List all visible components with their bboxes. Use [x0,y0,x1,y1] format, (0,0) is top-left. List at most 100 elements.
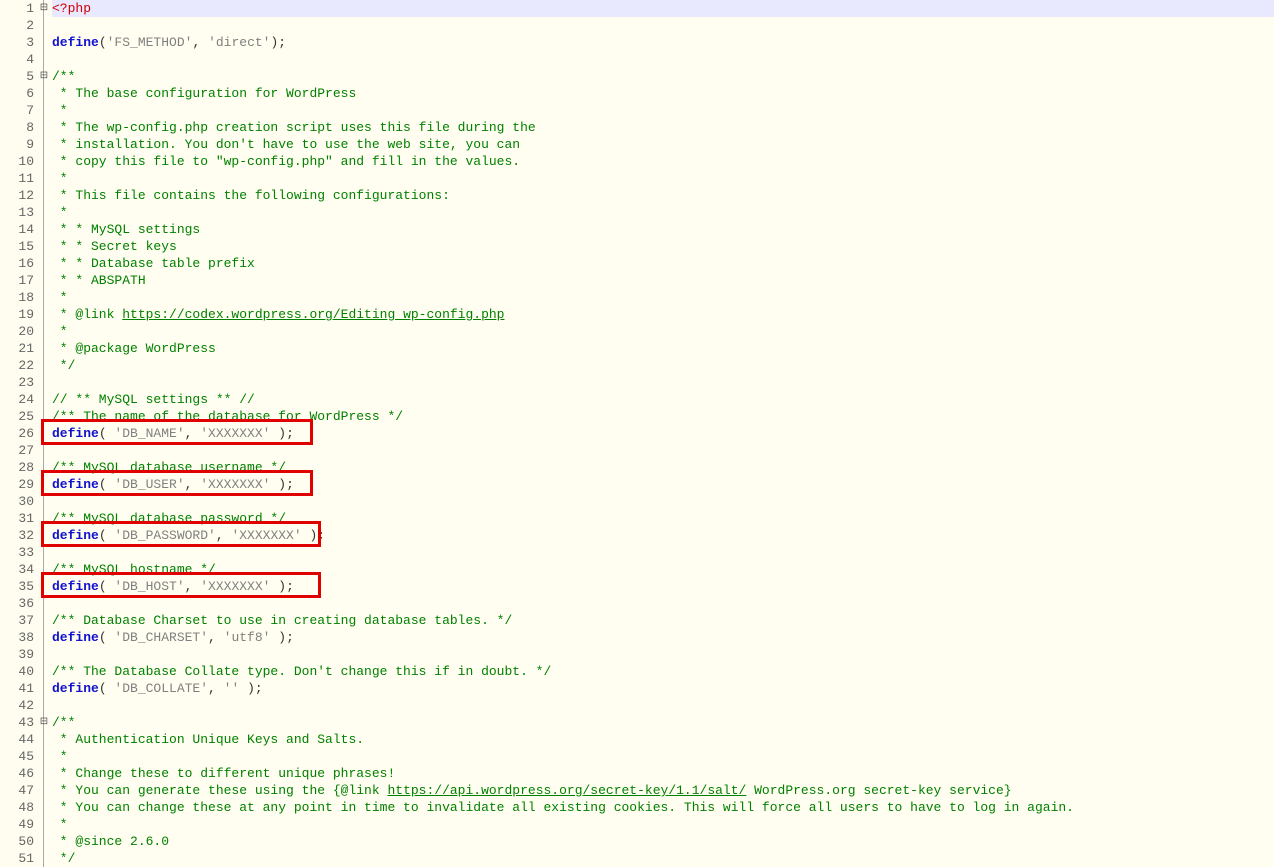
fold-toggle-icon[interactable]: ⊟ [39,68,49,85]
line-number: 13 [8,204,34,221]
code-line: * [52,102,1274,119]
code-line: define('FS_METHOD', 'direct'); [52,34,1274,51]
fold-toggle-icon[interactable]: ⊟ [39,0,49,17]
line-number: 15 [8,238,34,255]
line-number: 41 [8,680,34,697]
code-line [52,51,1274,68]
code-line: /** [52,714,1274,731]
line-number: 17 [8,272,34,289]
code-line: * The base configuration for WordPress [52,85,1274,102]
code-line [52,595,1274,612]
link-salt[interactable]: https://api.wordpress.org/secret-key/1.1… [387,783,746,798]
line-number: 46 [8,765,34,782]
code-line [52,544,1274,561]
line-number: 26 [8,425,34,442]
code-line: define( 'DB_COLLATE', '' ); [52,680,1274,697]
code-line: /** [52,68,1274,85]
code-line [52,646,1274,663]
line-number: 25 [8,408,34,425]
line-number: 48 [8,799,34,816]
line-number: 19 [8,306,34,323]
line-number: 14 [8,221,34,238]
line-number: 12 [8,187,34,204]
code-line: * * Secret keys [52,238,1274,255]
line-number: 45 [8,748,34,765]
line-number: 11 [8,170,34,187]
code-line: * [52,289,1274,306]
line-number: 39 [8,646,34,663]
line-number: 30 [8,493,34,510]
line-number: 37 [8,612,34,629]
line-number: 27 [8,442,34,459]
line-number: 6 [8,85,34,102]
code-line: define( 'DB_CHARSET', 'utf8' ); [52,629,1274,646]
code-line: * The wp-config.php creation script uses… [52,119,1274,136]
line-number: 16 [8,255,34,272]
line-number: 3 [8,34,34,51]
code-line: // ** MySQL settings ** // [52,391,1274,408]
keyword-define: define [52,35,99,50]
code-line: * [52,323,1274,340]
line-number: 38 [8,629,34,646]
line-number: 49 [8,816,34,833]
code-line: * [52,204,1274,221]
code-line [52,493,1274,510]
line-number: 2 [8,17,34,34]
code-line: * You can change these at any point in t… [52,799,1274,816]
code-line: /** The Database Collate type. Don't cha… [52,663,1274,680]
code-line: * [52,748,1274,765]
line-number: 20 [8,323,34,340]
line-number: 40 [8,663,34,680]
line-number: 33 [8,544,34,561]
line-number: 10 [8,153,34,170]
keyword-define: define [52,477,99,492]
line-number: 4 [8,51,34,68]
keyword-define: define [52,426,99,441]
line-number: 24 [8,391,34,408]
code-line: <?php [52,0,1274,17]
line-number: 28 [8,459,34,476]
line-number: 22 [8,357,34,374]
code-line: * @link https://codex.wordpress.org/Edit… [52,306,1274,323]
line-number: 21 [8,340,34,357]
line-number-gutter: 1234567891011121314151617181920212223242… [0,0,40,867]
code-line: * [52,816,1274,833]
line-number: 51 [8,850,34,867]
code-line: /** MySQL database username */ [52,459,1274,476]
code-line: /** Database Charset to use in creating … [52,612,1274,629]
code-line: * copy this file to "wp-config.php" and … [52,153,1274,170]
keyword-define: define [52,630,99,645]
code-line: define( 'DB_USER', 'XXXXXXX' ); [52,476,1274,493]
code-line: */ [52,850,1274,867]
code-editor[interactable]: 1234567891011121314151617181920212223242… [0,0,1274,867]
php-open-tag: <?php [52,1,91,16]
code-line: * Change these to different unique phras… [52,765,1274,782]
keyword-define: define [52,528,99,543]
link-codex[interactable]: https://codex.wordpress.org/Editing_wp-c… [122,307,504,322]
line-number: 29 [8,476,34,493]
fold-toggle-icon[interactable]: ⊟ [39,714,49,731]
line-number: 7 [8,102,34,119]
line-number: 44 [8,731,34,748]
line-number: 1 [8,0,34,17]
line-number: 50 [8,833,34,850]
code-line: define( 'DB_PASSWORD', 'XXXXXXX' ); [52,527,1274,544]
line-number: 23 [8,374,34,391]
code-line: * [52,170,1274,187]
line-number: 43 [8,714,34,731]
line-number: 9 [8,136,34,153]
code-line: * * MySQL settings [52,221,1274,238]
code-line: /** MySQL hostname */ [52,561,1274,578]
line-number: 35 [8,578,34,595]
code-line [52,697,1274,714]
line-number: 34 [8,561,34,578]
line-number: 18 [8,289,34,306]
keyword-define: define [52,579,99,594]
keyword-define: define [52,681,99,696]
code-line: * You can generate these using the {@lin… [52,782,1274,799]
code-content[interactable]: <?php define('FS_METHOD', 'direct'); /**… [50,0,1274,867]
code-line: * installation. You don't have to use th… [52,136,1274,153]
code-line: define( 'DB_HOST', 'XXXXXXX' ); [52,578,1274,595]
code-line: * Authentication Unique Keys and Salts. [52,731,1274,748]
code-line: * * Database table prefix [52,255,1274,272]
